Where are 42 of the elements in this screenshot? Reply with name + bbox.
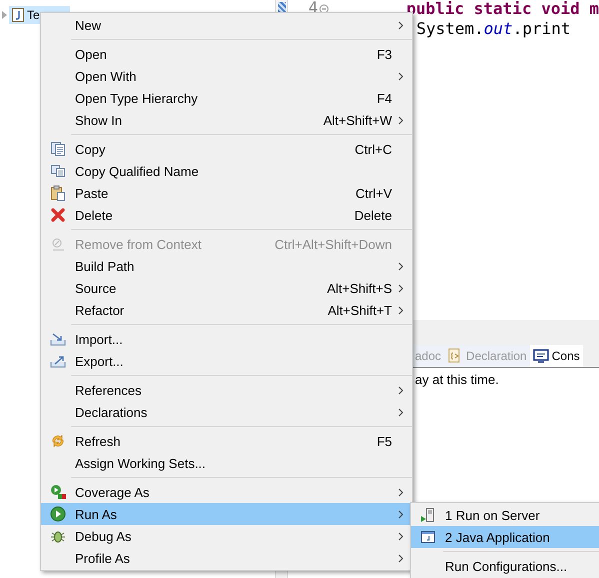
menu-item[interactable]: Profile As <box>41 547 412 569</box>
menu-item[interactable]: Show In Alt+Shift+W <box>41 109 412 131</box>
menu-item[interactable]: Open Type Hierarchy F4 <box>41 87 412 109</box>
menu-item[interactable]: Open With <box>41 65 412 87</box>
menu-item[interactable]: Build Path <box>41 255 412 277</box>
menu-item[interactable]: Refresh F5 <box>41 430 412 452</box>
menu-item[interactable]: Coverage As <box>41 481 412 503</box>
menu-item[interactable]: Run As <box>41 503 412 525</box>
menu-item[interactable]: References <box>41 379 412 401</box>
code-line: System.out.print <box>416 20 572 38</box>
delete-icon <box>50 207 66 223</box>
menu-item[interactable]: Run Configurations... <box>411 555 599 577</box>
line-number: 4 <box>308 0 318 16</box>
menu-item[interactable]: Copy Qualified Name <box>41 160 412 182</box>
menu-item[interactable]: Paste Ctrl+V <box>41 182 412 204</box>
coverage-icon <box>50 484 66 500</box>
menu-item[interactable]: Copy Ctrl+C <box>41 138 412 160</box>
copy-icon <box>50 141 66 157</box>
run-icon <box>50 506 66 522</box>
menu-item[interactable]: 1 Run on Server <box>411 504 599 526</box>
menu-item[interactable]: Refactor Alt+Shift+T <box>41 299 412 321</box>
panel-tab[interactable]: Cons <box>530 345 583 367</box>
menu-item[interactable]: Delete Delete <box>41 204 412 226</box>
remove-context-icon <box>50 236 66 252</box>
overview-marker-icon <box>278 2 286 12</box>
menu-item[interactable]: Open F3 <box>41 43 412 65</box>
clipboard-icon <box>50 185 66 201</box>
window-icon <box>420 529 436 545</box>
copy-icon <box>50 163 66 179</box>
java-file-icon <box>12 8 24 22</box>
menu-item[interactable]: Export... <box>41 350 412 372</box>
menu-item[interactable]: Declarations <box>41 401 412 423</box>
refresh-icon <box>50 433 66 449</box>
import-icon <box>50 331 66 347</box>
menu-item[interactable]: Import... <box>41 328 412 350</box>
menu-item[interactable]: Assign Working Sets... <box>41 452 412 474</box>
menu-item[interactable]: 2 Java Application <box>411 526 599 548</box>
monitor-icon <box>532 348 549 364</box>
console-message: ay at this time. <box>415 372 499 387</box>
server-icon <box>420 507 436 523</box>
menu-item[interactable]: Source Alt+Shift+S <box>41 277 412 299</box>
menu-item[interactable]: Debug As <box>41 525 412 547</box>
